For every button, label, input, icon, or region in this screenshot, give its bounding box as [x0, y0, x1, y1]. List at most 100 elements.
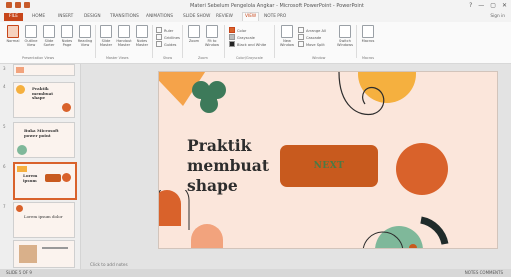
group-separator [356, 25, 357, 58]
switch-windows-icon [339, 25, 351, 38]
fit-to-window-button[interactable]: Fit to Window [204, 25, 220, 51]
orange-half-circle-shape[interactable] [158, 190, 193, 236]
powerpoint-logo-icon [6, 2, 12, 8]
notes-page-icon [61, 25, 73, 38]
notes-page-button[interactable]: Notes Page [59, 25, 75, 51]
move-split-button[interactable]: Move Split [298, 41, 325, 48]
green-circle-group-shape[interactable] [355, 208, 475, 249]
current-slide[interactable]: Praktik membuat shape NEXT [158, 71, 498, 249]
color-option[interactable]: Color [229, 27, 246, 34]
thumbnail-shape [17, 145, 27, 155]
normal-view-button[interactable]: Normal [5, 25, 21, 51]
group-label-color-grayscale: Color/Grayscale [236, 56, 263, 60]
handout-master-button[interactable]: Handout Master [116, 25, 132, 51]
slide-master-button[interactable]: Slide Master [98, 25, 114, 51]
switch-windows-button[interactable]: Switch Windows [337, 25, 353, 51]
ribbon-tabs: FILE HOME INSERT DESIGN TRANSITIONS ANIM… [0, 12, 511, 22]
arrange-all-icon [298, 27, 304, 33]
cascade-icon [298, 34, 304, 40]
slide-thumbnail-selected[interactable]: Lorem ipsum [13, 162, 77, 200]
slide-thumbnail[interactable]: Lorem ipsum dolor [13, 202, 75, 238]
orange-circle-shape[interactable] [395, 142, 449, 196]
ruler-checkbox[interactable]: Ruler [156, 27, 173, 34]
tab-slide-show[interactable]: SLIDE SHOW [183, 13, 210, 21]
save-icon[interactable] [15, 2, 21, 8]
powerpoint-window: Materi Sebelum Pengelola Angkar - Micros… [0, 0, 511, 277]
macros-button[interactable]: Macros [360, 25, 376, 51]
slide-number: 3 [3, 66, 6, 71]
notes-master-icon [136, 25, 148, 38]
cascade-button[interactable]: Cascade [298, 34, 321, 41]
slide-sorter-icon [43, 25, 55, 38]
green-cross-shape[interactable] [189, 80, 229, 114]
new-window-button[interactable]: New Window [279, 25, 295, 51]
title-line: shape [187, 176, 238, 195]
slide-count: SLIDE 5 OF 9 [6, 270, 32, 275]
window-controls[interactable]: ? — ▢ ✕ [469, 2, 507, 10]
group-label-window: Window [312, 56, 326, 60]
undo-icon[interactable] [24, 2, 30, 8]
group-separator [152, 25, 153, 58]
outline-view-button[interactable]: Outline View [23, 25, 39, 51]
tab-review[interactable]: REVIEW [216, 13, 233, 21]
peach-arch-shape[interactable] [189, 224, 229, 249]
slide-number: 7 [3, 204, 6, 209]
move-split-icon [298, 41, 304, 47]
slide-title[interactable]: Praktik membuat shape [187, 136, 269, 196]
reading-view-button[interactable]: Reading View [77, 25, 93, 51]
quick-access-toolbar[interactable] [6, 2, 30, 8]
group-separator [274, 25, 275, 58]
slide-master-icon [100, 25, 112, 38]
slide-thumbnail[interactable] [13, 240, 75, 268]
slide-number: 6 [3, 164, 6, 169]
slide-thumbnail[interactable]: Buka Microsoft power point [13, 122, 75, 158]
new-window-icon [281, 25, 293, 38]
tab-insert[interactable]: INSERT [58, 13, 73, 21]
group-separator [224, 25, 225, 58]
tab-home[interactable]: HOME [32, 13, 45, 21]
thumbnail-shape [16, 85, 25, 94]
guides-checkbox[interactable]: Guides [156, 41, 176, 48]
status-bar: SLIDE 5 OF 9 NOTES COMMENTS [0, 269, 511, 277]
window-title: Materi Sebelum Pengelola Angkar - Micros… [190, 3, 364, 9]
tab-note-pro[interactable]: NOTE PRO [264, 13, 286, 21]
help-button[interactable]: ? [469, 2, 472, 10]
thumbnail-title: Lorem ipsum dolor [24, 214, 63, 219]
arrange-all-button[interactable]: Arrange All [298, 27, 326, 34]
next-button-shape[interactable]: NEXT [280, 145, 378, 187]
thumbnail-title: Praktik membuat shape [32, 86, 54, 100]
minimize-button[interactable]: — [478, 2, 484, 10]
thumbnail-shape [16, 67, 24, 73]
status-right[interactable]: NOTES COMMENTS [465, 269, 503, 277]
slide-number: 5 [3, 124, 6, 129]
tab-view[interactable]: VIEW [242, 12, 260, 21]
group-separator [95, 25, 96, 58]
maximize-button[interactable]: ▢ [490, 2, 496, 10]
thumbnail-title: Buka Microsoft power point [24, 128, 59, 138]
zoom-icon [188, 25, 200, 38]
thumbnail-shape [16, 205, 23, 212]
close-button[interactable]: ✕ [502, 2, 507, 10]
title-line: Praktik [187, 136, 252, 155]
tab-animations[interactable]: ANIMATIONS [146, 13, 173, 21]
zoom-button[interactable]: Zoom [186, 25, 202, 51]
tab-file[interactable]: FILE [4, 13, 23, 21]
gridlines-checkbox[interactable]: Gridlines [156, 34, 180, 41]
outline-arc-shape [338, 72, 385, 116]
slide-thumbnail[interactable]: Praktik membuat shape [13, 82, 75, 118]
slide-sorter-button[interactable]: Slide Sorter [41, 25, 57, 51]
checkbox-icon [156, 34, 162, 40]
slide-thumbnail[interactable] [13, 64, 75, 76]
sign-in-link[interactable]: Sign in [490, 13, 505, 21]
notes-master-button[interactable]: Notes Master [134, 25, 150, 51]
group-label-show: Show [163, 56, 173, 60]
notes-placeholder[interactable]: Click to add notes [90, 262, 128, 268]
checkbox-icon [156, 27, 162, 33]
black-white-option[interactable]: Black and White [229, 41, 266, 48]
reading-view-icon [79, 25, 91, 38]
grayscale-option[interactable]: Grayscale [229, 34, 255, 41]
group-label-zoom: Zoom [198, 56, 208, 60]
tab-design[interactable]: DESIGN [84, 13, 101, 21]
normal-view-icon [7, 25, 19, 38]
tab-transitions[interactable]: TRANSITIONS [110, 13, 139, 21]
